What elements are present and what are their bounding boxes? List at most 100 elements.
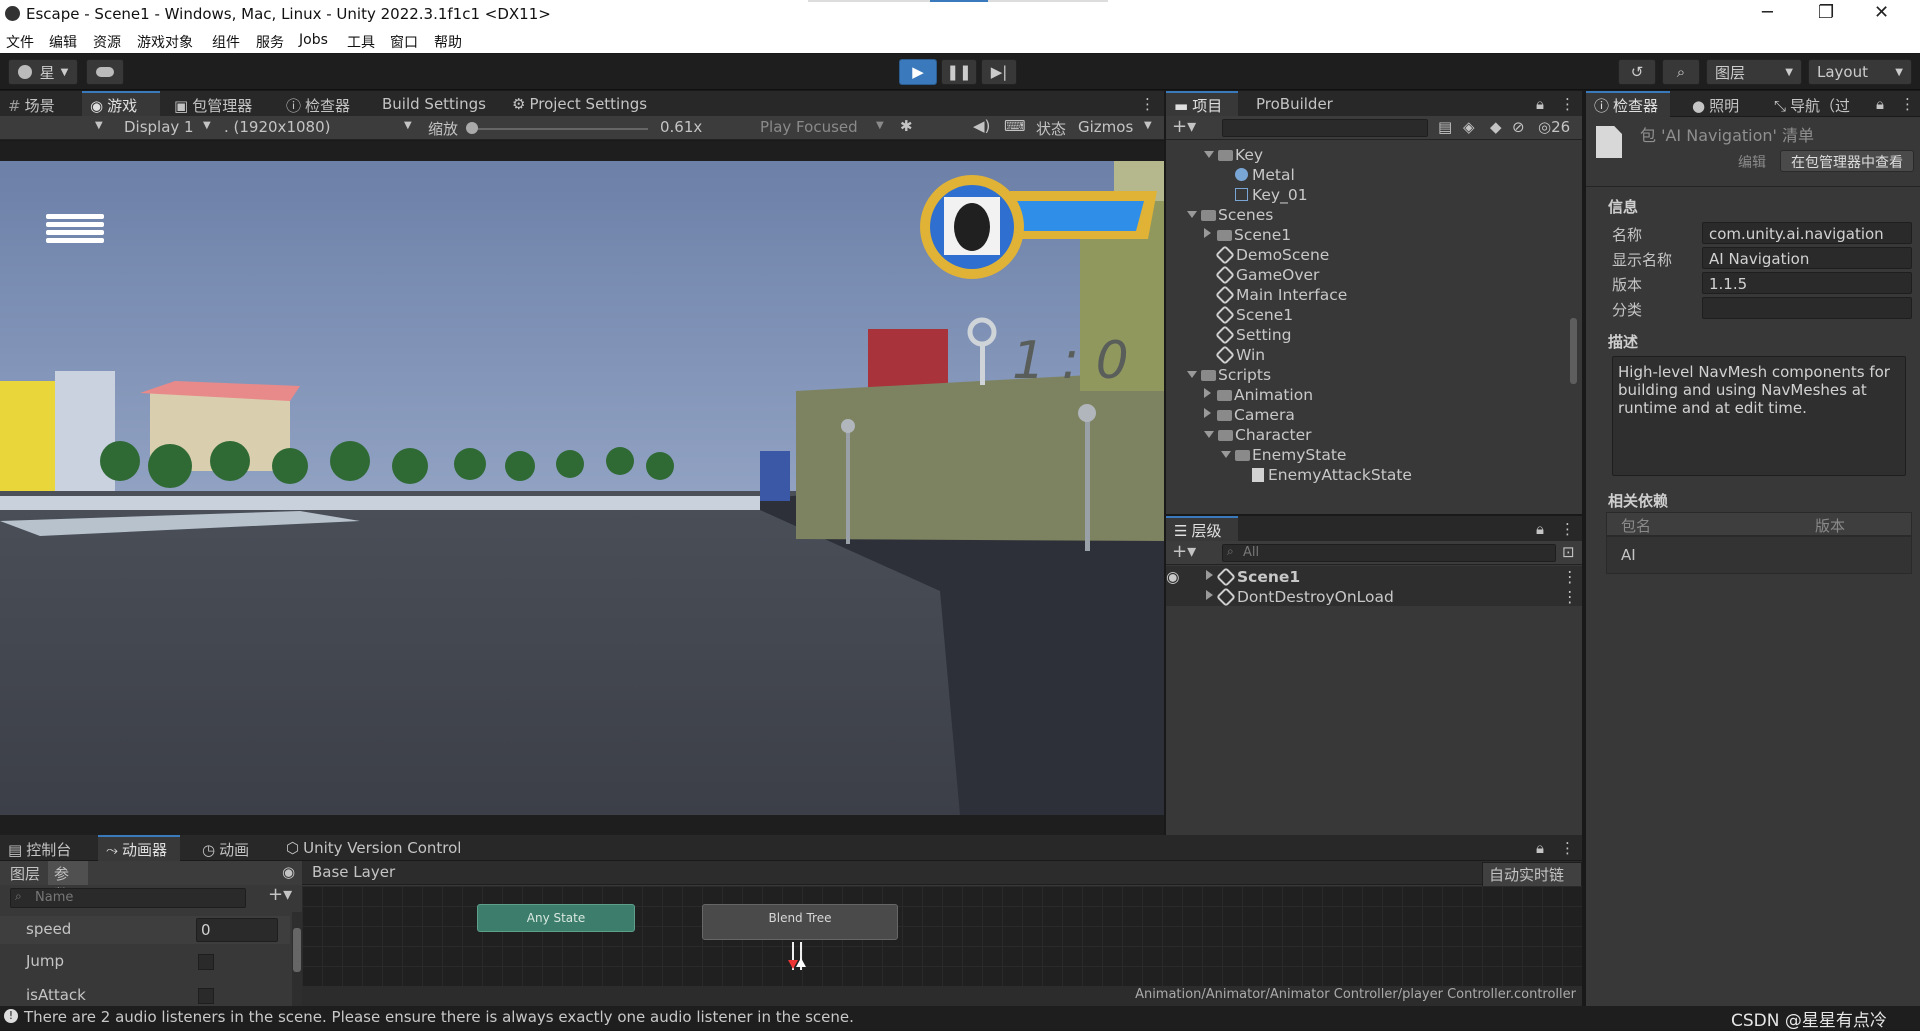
bug-icon[interactable]: ✱: [900, 117, 913, 135]
chevron-down-icon[interactable]: [1204, 431, 1214, 438]
gizmos-toggle[interactable]: Gizmos: [1078, 118, 1133, 136]
hierarchy-item-scene1[interactable]: Scene1: [1206, 567, 1300, 588]
chevron-right-icon[interactable]: [1204, 388, 1211, 398]
project-tree-item[interactable]: Main Interface: [1204, 285, 1347, 306]
tab-hierarchy[interactable]: ☰ 层级: [1174, 520, 1221, 541]
hierarchy-item-dontdestroyonload[interactable]: DontDestroyOnLoad: [1206, 587, 1394, 608]
chevron-right-icon[interactable]: [1204, 408, 1211, 418]
lock-icon[interactable]: 🔒︎: [1536, 520, 1544, 538]
field-name-value[interactable]: com.unity.ai.navigation: [1702, 222, 1912, 244]
kebab-menu-icon[interactable]: ⋮: [1140, 95, 1155, 113]
lock-icon[interactable]: 🔒︎: [1536, 839, 1544, 857]
game-viewport[interactable]: 1 : 0: [0, 161, 1164, 815]
maximize-button[interactable]: ❐: [1818, 2, 1834, 23]
menu-assets[interactable]: 资源: [93, 32, 121, 52]
tab-animator[interactable]: ⤳ 动画器: [106, 839, 167, 860]
subtab-layers[interactable]: 图层: [10, 863, 40, 884]
project-tree-item[interactable]: Camera: [1204, 406, 1295, 426]
project-tree-item[interactable]: DemoScene: [1204, 245, 1329, 266]
breadcrumb[interactable]: Base Layer: [312, 863, 395, 881]
chevron-down-icon[interactable]: ▼: [1144, 120, 1152, 131]
add-parameter-button[interactable]: +▾: [268, 884, 292, 905]
play-button[interactable]: ▶: [899, 59, 937, 85]
chevron-down-icon[interactable]: [1221, 451, 1231, 458]
parameter-search-input[interactable]: ⌕ Name: [10, 888, 246, 908]
menu-jobs[interactable]: Jobs: [299, 32, 328, 48]
parameter-row[interactable]: speed 0: [0, 916, 290, 944]
lock-icon[interactable]: 🔒︎: [1876, 95, 1884, 113]
tab-version-control[interactable]: ⬡ Unity Version Control: [286, 839, 461, 857]
chevron-down-icon[interactable]: [1204, 151, 1214, 158]
tab-package-manager[interactable]: ▣ 包管理器: [174, 95, 252, 116]
field-version-value[interactable]: 1.1.5: [1702, 272, 1912, 294]
layout-dropdown[interactable]: Layout ▼: [1808, 59, 1912, 85]
project-tree-item[interactable]: Metal: [1221, 166, 1295, 186]
step-button[interactable]: ▶|: [981, 59, 1017, 85]
edit-button[interactable]: 编辑: [1738, 152, 1766, 172]
resolution-dropdown[interactable]: . (1920x1080): [224, 118, 330, 136]
history-button[interactable]: ↺: [1618, 59, 1656, 85]
kebab-menu-icon[interactable]: ⋮: [1562, 588, 1578, 608]
scene-search-icon[interactable]: ⊡: [1562, 543, 1575, 561]
tab-project[interactable]: ▬ 项目: [1174, 95, 1222, 116]
parameter-float-value[interactable]: 0: [196, 918, 278, 942]
animator-graph[interactable]: Any State Blend Tree: [302, 886, 1582, 986]
tab-navigation[interactable]: ⤡ 导航（过: [1774, 95, 1850, 116]
parameter-checkbox[interactable]: [198, 988, 214, 1004]
parameter-scrollbar[interactable]: [292, 912, 302, 1006]
status-message[interactable]: There are 2 audio listeners in the scene…: [24, 1008, 854, 1026]
play-focused-dropdown[interactable]: Play Focused: [760, 118, 858, 136]
tab-inspector[interactable]: ⓘ 检查器: [286, 95, 350, 116]
tab-game[interactable]: ◉ 游戏: [90, 95, 137, 116]
view-in-package-manager-button[interactable]: 在包管理器中查看: [1780, 150, 1914, 172]
speaker-icon[interactable]: ◀): [973, 117, 990, 135]
project-tree-item[interactable]: Key: [1204, 146, 1263, 166]
hidden-count[interactable]: ◎26: [1538, 118, 1570, 136]
tab-console[interactable]: ▤ 控制台: [8, 839, 71, 860]
tab-animation[interactable]: ◷ 动画: [202, 839, 249, 860]
eye-icon[interactable]: ◉: [282, 863, 295, 881]
parameter-checkbox[interactable]: [198, 954, 214, 970]
visibility-eye-icon[interactable]: ◉: [1166, 568, 1186, 588]
project-scrollbar[interactable]: [1570, 318, 1577, 384]
lock-icon[interactable]: 🔒︎: [1536, 95, 1544, 113]
layers-dropdown[interactable]: 图层 ▼: [1706, 59, 1802, 85]
field-display-name-value[interactable]: AI Navigation: [1702, 247, 1912, 269]
tab-probuilder[interactable]: ProBuilder: [1256, 95, 1333, 113]
project-tree-item[interactable]: Scene1: [1204, 226, 1291, 246]
pause-button[interactable]: ❚❚: [941, 59, 977, 85]
menu-gameobject[interactable]: 游戏对象: [137, 32, 193, 52]
menu-edit[interactable]: 编辑: [49, 32, 77, 52]
tab-scene[interactable]: # 场景: [8, 95, 55, 116]
tab-lighting[interactable]: ● 照明: [1692, 95, 1739, 116]
menu-help[interactable]: 帮助: [434, 32, 462, 52]
hierarchy-search-input[interactable]: ⌕ All: [1222, 544, 1556, 562]
any-state-node[interactable]: Any State: [477, 904, 635, 932]
project-tree-item[interactable]: EnemyState: [1221, 446, 1346, 466]
cloud-button[interactable]: [86, 59, 124, 85]
tab-inspector[interactable]: ⓘ 检查器: [1594, 95, 1658, 116]
project-search-input[interactable]: [1222, 119, 1428, 137]
tab-build-settings[interactable]: Build Settings: [382, 95, 486, 113]
project-tree-item[interactable]: EnemyAttackState: [1238, 466, 1412, 486]
project-tree-item[interactable]: Animation: [1204, 386, 1313, 406]
project-tree-item[interactable]: Character: [1204, 426, 1312, 446]
menu-component[interactable]: 组件: [212, 32, 240, 52]
chevron-right-icon[interactable]: [1204, 228, 1211, 238]
menu-services[interactable]: 服务: [256, 32, 284, 52]
project-tree-item[interactable]: Scenes: [1187, 206, 1273, 226]
field-category-value[interactable]: [1702, 297, 1912, 319]
project-tree-item[interactable]: Scene1: [1204, 305, 1293, 326]
type-filter-icon[interactable]: ◈: [1463, 118, 1475, 136]
account-dropdown[interactable]: 星 ▼: [8, 59, 78, 85]
kebab-menu-icon[interactable]: ⋮: [1560, 520, 1575, 538]
scale-slider-handle[interactable]: [466, 122, 478, 134]
filter-icon[interactable]: ▤: [1438, 118, 1452, 136]
blend-tree-node[interactable]: Blend Tree: [702, 904, 898, 940]
label-filter-icon[interactable]: ◆: [1490, 118, 1502, 136]
kebab-menu-icon[interactable]: ⋮: [1900, 95, 1915, 113]
subtab-parameters[interactable]: 参数: [48, 861, 88, 904]
warning-icon[interactable]: ⊘: [1512, 118, 1525, 136]
minimize-button[interactable]: ─: [1762, 2, 1773, 23]
close-button[interactable]: ✕: [1874, 2, 1889, 23]
